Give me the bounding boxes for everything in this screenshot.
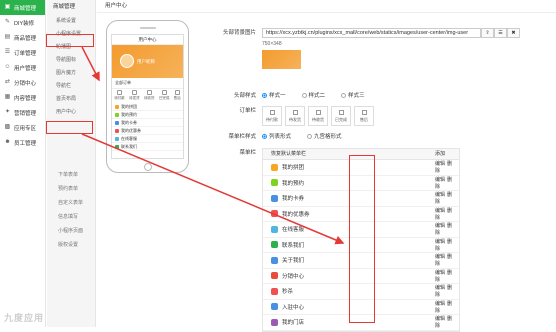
- arrow-to-edit-column: [81, 133, 345, 245]
- arrow-to-subnav: [81, 46, 100, 82]
- annotation-arrows: [81, 46, 345, 245]
- watermark: 九度应用: [4, 313, 45, 323]
